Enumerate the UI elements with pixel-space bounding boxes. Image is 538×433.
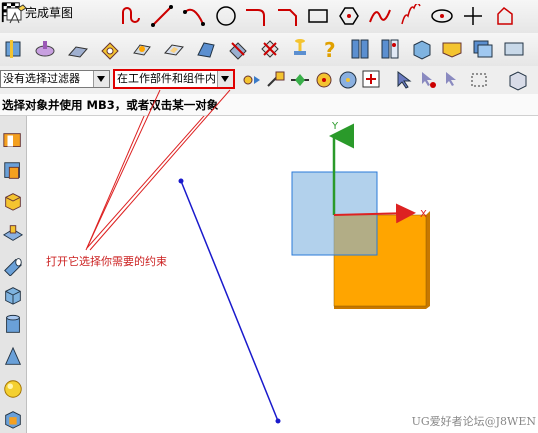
fillet-icon[interactable] bbox=[244, 4, 268, 28]
snap-point-icon[interactable] bbox=[240, 68, 264, 92]
annotation-arrow bbox=[86, 116, 205, 249]
offset-icon[interactable] bbox=[492, 4, 516, 28]
arc-icon[interactable] bbox=[182, 4, 206, 28]
chevron-down-icon bbox=[217, 71, 233, 87]
chamfer-icon[interactable] bbox=[276, 4, 300, 28]
book-open-icon[interactable] bbox=[378, 37, 402, 61]
hole-icon[interactable] bbox=[98, 37, 122, 61]
chevron-down-icon bbox=[93, 71, 109, 87]
spring-icon[interactable] bbox=[399, 4, 423, 28]
show-hide-icon[interactable] bbox=[506, 68, 530, 92]
revolve-icon[interactable] bbox=[33, 37, 57, 61]
polygon-icon[interactable] bbox=[337, 4, 361, 28]
pocket-icon[interactable] bbox=[162, 37, 186, 61]
status-prompt: 选择对象并使用 MB3，或者双击某一对象 bbox=[0, 94, 538, 116]
point-icon[interactable] bbox=[461, 4, 485, 28]
point-constructor-icon[interactable] bbox=[360, 68, 384, 92]
drum-icon[interactable] bbox=[2, 314, 24, 336]
mid-point-icon[interactable] bbox=[288, 68, 312, 92]
profile-icon[interactable] bbox=[120, 4, 144, 28]
arrow-pointer-icon[interactable] bbox=[392, 68, 416, 92]
sweep-icon[interactable] bbox=[66, 37, 90, 61]
studio-spline-icon[interactable] bbox=[368, 4, 392, 28]
watermark: UG爱好者论坛@J8WEN bbox=[411, 415, 536, 428]
box-icon[interactable] bbox=[410, 37, 434, 61]
cube-icon[interactable] bbox=[2, 284, 24, 306]
finish-sketch-label: 完成草图 bbox=[25, 5, 74, 20]
annotation-text: 打开它选择你需要的约束 bbox=[46, 255, 167, 268]
boss-icon[interactable] bbox=[130, 37, 154, 61]
resource-sidebar bbox=[0, 116, 27, 433]
help-icon[interactable]: ? bbox=[318, 37, 342, 61]
arc-center-icon[interactable] bbox=[336, 68, 360, 92]
selection-bar: 没有选择过滤器 在工作部件和组件内 bbox=[0, 66, 538, 95]
layer-icon[interactable] bbox=[470, 37, 494, 61]
feature-toolbar: ? bbox=[0, 33, 538, 67]
rectangle-select-icon[interactable] bbox=[468, 68, 492, 92]
ellipse-icon[interactable] bbox=[430, 4, 454, 28]
sketch-toolbar: 完成草图 bbox=[0, 0, 538, 34]
end-point-icon[interactable] bbox=[264, 68, 288, 92]
selection-scope-value: 在工作部件和组件内 bbox=[117, 72, 216, 85]
plane-icon[interactable] bbox=[2, 222, 24, 244]
line-icon[interactable] bbox=[150, 4, 174, 28]
graphics-window[interactable]: Y X bbox=[27, 116, 538, 433]
rectangle-icon[interactable] bbox=[306, 4, 330, 28]
feature-icon[interactable] bbox=[440, 37, 464, 61]
model-view: Y X bbox=[86, 116, 430, 424]
sketch-line[interactable] bbox=[178, 178, 281, 424]
blend-icon[interactable] bbox=[258, 37, 282, 61]
y-axis-label: Y bbox=[331, 121, 339, 132]
extrude-icon[interactable] bbox=[2, 37, 26, 61]
insert-feature-icon[interactable] bbox=[2, 130, 24, 152]
face-icon[interactable] bbox=[2, 408, 24, 430]
multi-pointer-icon[interactable] bbox=[416, 68, 440, 92]
display-icon[interactable] bbox=[502, 37, 526, 61]
circle-icon[interactable] bbox=[214, 4, 238, 28]
book-icon[interactable] bbox=[348, 37, 372, 61]
cylinder-icon[interactable] bbox=[2, 254, 24, 277]
type-filter-value: 没有选择过滤器 bbox=[3, 72, 80, 85]
pad-icon[interactable] bbox=[194, 37, 218, 61]
type-filter-dropdown[interactable]: 没有选择过滤器 bbox=[0, 70, 110, 88]
trim-body-icon[interactable] bbox=[226, 37, 250, 61]
selection-scope-dropdown[interactable]: 在工作部件和组件内 bbox=[113, 69, 235, 89]
x-axis-label: X bbox=[420, 209, 427, 220]
block-icon[interactable] bbox=[2, 190, 24, 212]
extract-icon[interactable] bbox=[2, 160, 24, 182]
svg-text:?: ? bbox=[324, 38, 336, 61]
thread-icon[interactable] bbox=[288, 37, 312, 61]
sketch-icon[interactable] bbox=[4, 4, 28, 28]
cone-icon[interactable] bbox=[2, 346, 24, 368]
sphere-icon[interactable] bbox=[2, 378, 24, 400]
control-point-icon[interactable] bbox=[312, 68, 336, 92]
select-pointer-icon[interactable] bbox=[440, 68, 464, 92]
